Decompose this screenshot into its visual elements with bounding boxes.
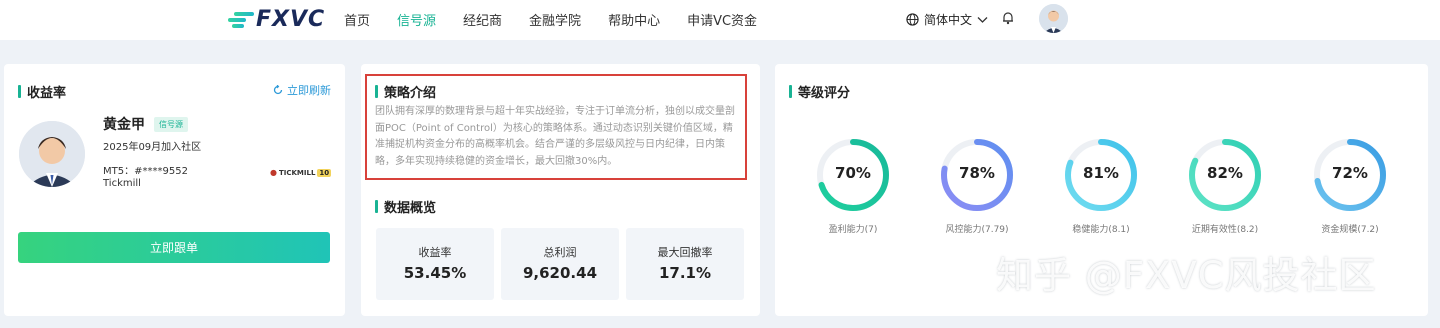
kpi-value: 53.45% bbox=[403, 264, 467, 282]
rating-percent: 70% bbox=[835, 164, 871, 182]
kpi-value: 17.1% bbox=[658, 264, 712, 282]
nav-item-academy[interactable]: 金融学院 bbox=[529, 10, 581, 29]
language-selector[interactable]: 简体中文 bbox=[906, 11, 988, 28]
nav-item-help[interactable]: 帮助中心 bbox=[608, 10, 660, 29]
top-navbar: FXVC 首页 信号源 经纪商 金融学院 帮助中心 申请VC资金 简体中文 bbox=[0, 0, 1440, 40]
main-nav: 首页 信号源 经纪商 金融学院 帮助中心 申请VC资金 bbox=[344, 10, 784, 29]
rating-ring: 81% bbox=[1063, 137, 1139, 213]
trader-avatar bbox=[19, 121, 85, 187]
logo-mark-icon bbox=[228, 8, 254, 30]
kpi-drawdown: 最大回撤率 17.1% bbox=[626, 228, 744, 300]
fxvc-logo[interactable]: FXVC bbox=[228, 6, 325, 32]
trader-name: 黄金甲 bbox=[103, 117, 145, 133]
kpi-label: 最大回撤率 bbox=[657, 246, 713, 259]
signal-badge: 信号源 bbox=[154, 117, 188, 132]
rating-percent: 72% bbox=[1332, 164, 1368, 182]
kpi-return: 收益率 53.45% bbox=[376, 228, 494, 300]
tickmill-logo-text: TICKMILL bbox=[278, 168, 316, 177]
section-title-return: 收益率 bbox=[18, 82, 66, 101]
rating-ring: 70% bbox=[815, 137, 891, 213]
refresh-icon bbox=[273, 85, 283, 95]
rating-ring: 82% bbox=[1187, 137, 1263, 213]
strategy-description: 团队拥有深厚的数理背景与超十年实战经验，专注于订单流分析，独创以成交量剖面POC… bbox=[375, 106, 735, 167]
rating-label: 稳健能力(8.1) bbox=[1072, 225, 1130, 235]
kpi-profit: 总利润 9,620.44 bbox=[501, 228, 619, 300]
rating-label: 盈利能力(7) bbox=[828, 225, 878, 235]
rating-label: 资金规模(7.2) bbox=[1321, 225, 1379, 235]
bell-icon[interactable] bbox=[1002, 11, 1014, 25]
rating-title: 等级评分 bbox=[789, 82, 850, 101]
profile-card: 收益率 立即刷新 黄金甲 信号源 2025年09月加入社区 MT5：#****9… bbox=[4, 64, 345, 316]
follow-button[interactable]: 立即跟单 bbox=[18, 232, 330, 263]
rating-ring: 78% bbox=[939, 137, 1015, 213]
overview-title: 数据概览 bbox=[375, 197, 436, 216]
rating-percent: 82% bbox=[1207, 164, 1243, 182]
kpi-value: 9,620.44 bbox=[522, 264, 598, 282]
strategy-title: 策略介绍 bbox=[375, 82, 436, 101]
rating-ring: 72% bbox=[1312, 137, 1388, 213]
refresh-button[interactable]: 立即刷新 bbox=[273, 82, 331, 98]
rating-percent: 81% bbox=[1083, 164, 1119, 182]
globe-icon bbox=[906, 13, 919, 26]
nav-item-signals[interactable]: 信号源 bbox=[397, 10, 436, 29]
nav-item-apply-vc[interactable]: 申请VC资金 bbox=[687, 10, 757, 29]
refresh-label: 立即刷新 bbox=[287, 84, 331, 97]
tickmill-logo: ● TICKMILL 10 bbox=[270, 168, 332, 177]
rating-label: 近期有效性(8.2) bbox=[1191, 225, 1259, 235]
join-date: 2025年09月加入社区 bbox=[103, 142, 202, 153]
watermark: 知乎 @FXVC风投社区 bbox=[996, 254, 1377, 297]
kpi-label: 总利润 bbox=[543, 246, 577, 259]
strategy-card: 策略介绍 团队拥有深厚的数理背景与超十年实战经验，专注于订单流分析，独创以成交量… bbox=[361, 64, 760, 316]
user-avatar[interactable] bbox=[1039, 4, 1068, 33]
rating-label: 风控能力(7.79) bbox=[945, 225, 1009, 235]
nav-item-home[interactable]: 首页 bbox=[344, 10, 370, 29]
nav-item-brokers[interactable]: 经纪商 bbox=[463, 10, 502, 29]
broker-name: Tickmill bbox=[103, 178, 141, 189]
language-label: 简体中文 bbox=[924, 13, 973, 27]
chevron-down-icon bbox=[977, 16, 988, 23]
tickmill-logo-badge: 10 bbox=[317, 168, 332, 177]
rating-percent: 78% bbox=[959, 164, 995, 182]
mt5-account: MT5：#****9552 bbox=[103, 166, 188, 177]
logo-text: FXVC bbox=[256, 6, 326, 32]
kpi-label: 收益率 bbox=[418, 246, 452, 259]
